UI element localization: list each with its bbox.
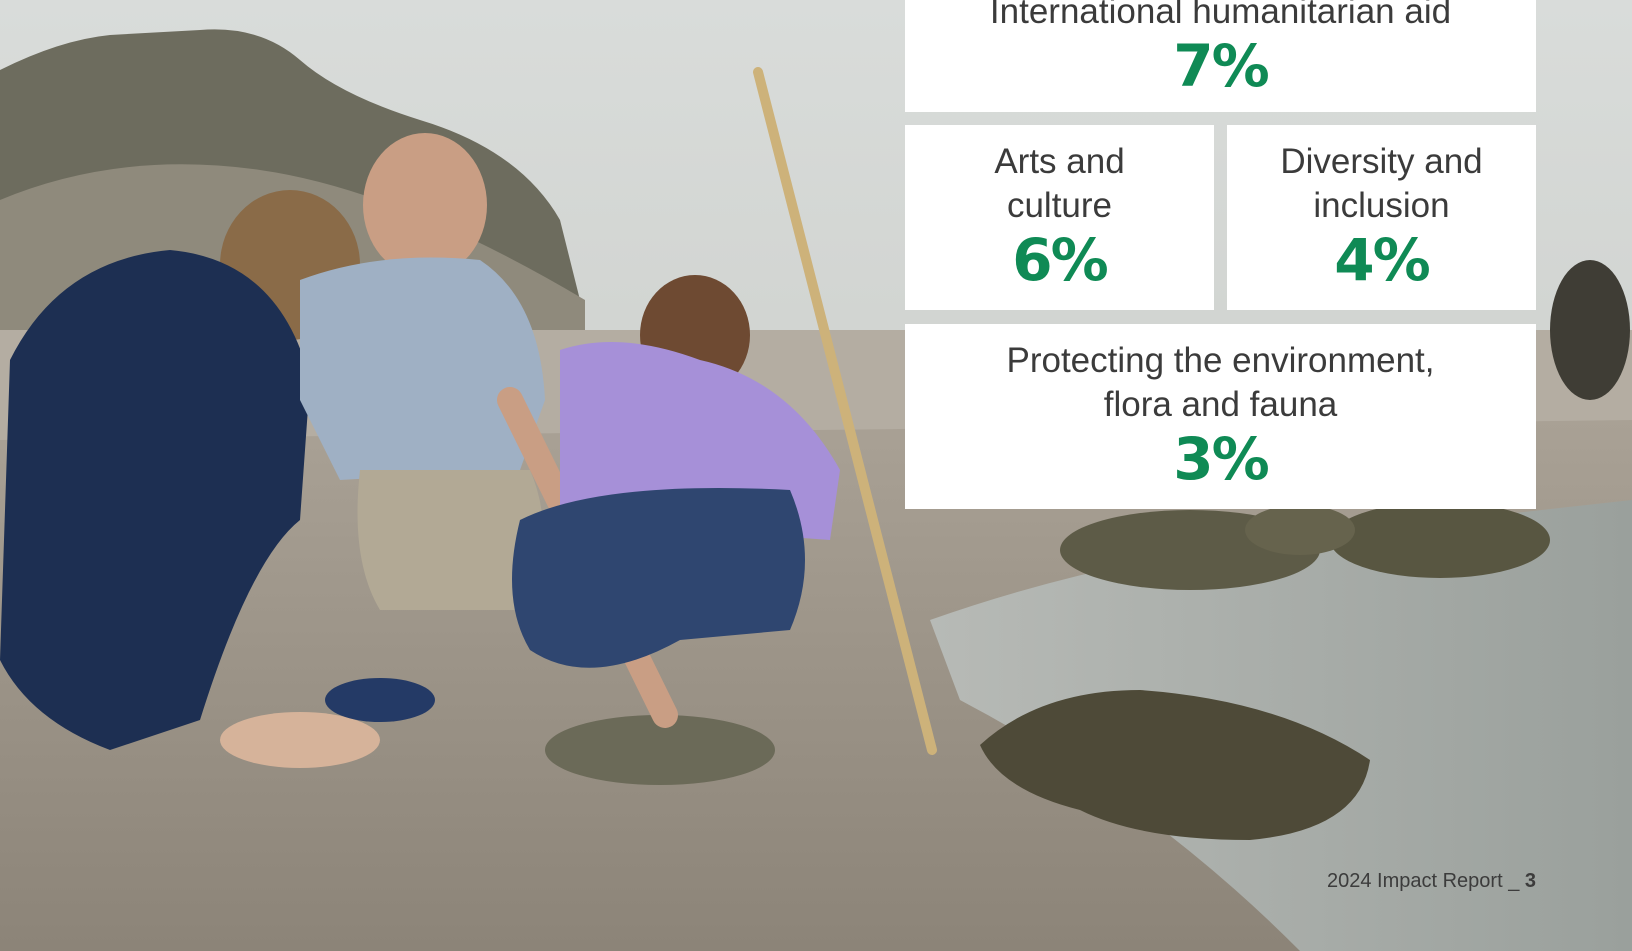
stat-value: 4% bbox=[1334, 226, 1430, 294]
stat-label: Arts and culture bbox=[994, 142, 1125, 225]
stat-value: 3% bbox=[1173, 425, 1269, 493]
stat-card-diversity-inclusion: Diversity and inclusion 4% bbox=[1227, 125, 1536, 310]
stat-card-arts-culture: Arts and culture 6% bbox=[905, 125, 1214, 310]
page-number: 3 bbox=[1524, 870, 1536, 892]
stat-label: International humanitarian aid bbox=[989, 0, 1452, 31]
stat-label: Protecting the environment, flora and fa… bbox=[1006, 341, 1435, 424]
stat-value: 6% bbox=[1012, 226, 1108, 294]
stat-card-environment: Protecting the environment, flora and fa… bbox=[905, 324, 1536, 509]
stat-label: Diversity and inclusion bbox=[1280, 142, 1483, 225]
report-title: 2024 Impact Report _ bbox=[1326, 870, 1525, 892]
stat-card-international-aid: International humanitarian aid 7% bbox=[905, 0, 1536, 112]
stat-value: 7% bbox=[1173, 32, 1269, 100]
page-footer: 2024 Impact Report _ 3 bbox=[1327, 870, 1536, 893]
